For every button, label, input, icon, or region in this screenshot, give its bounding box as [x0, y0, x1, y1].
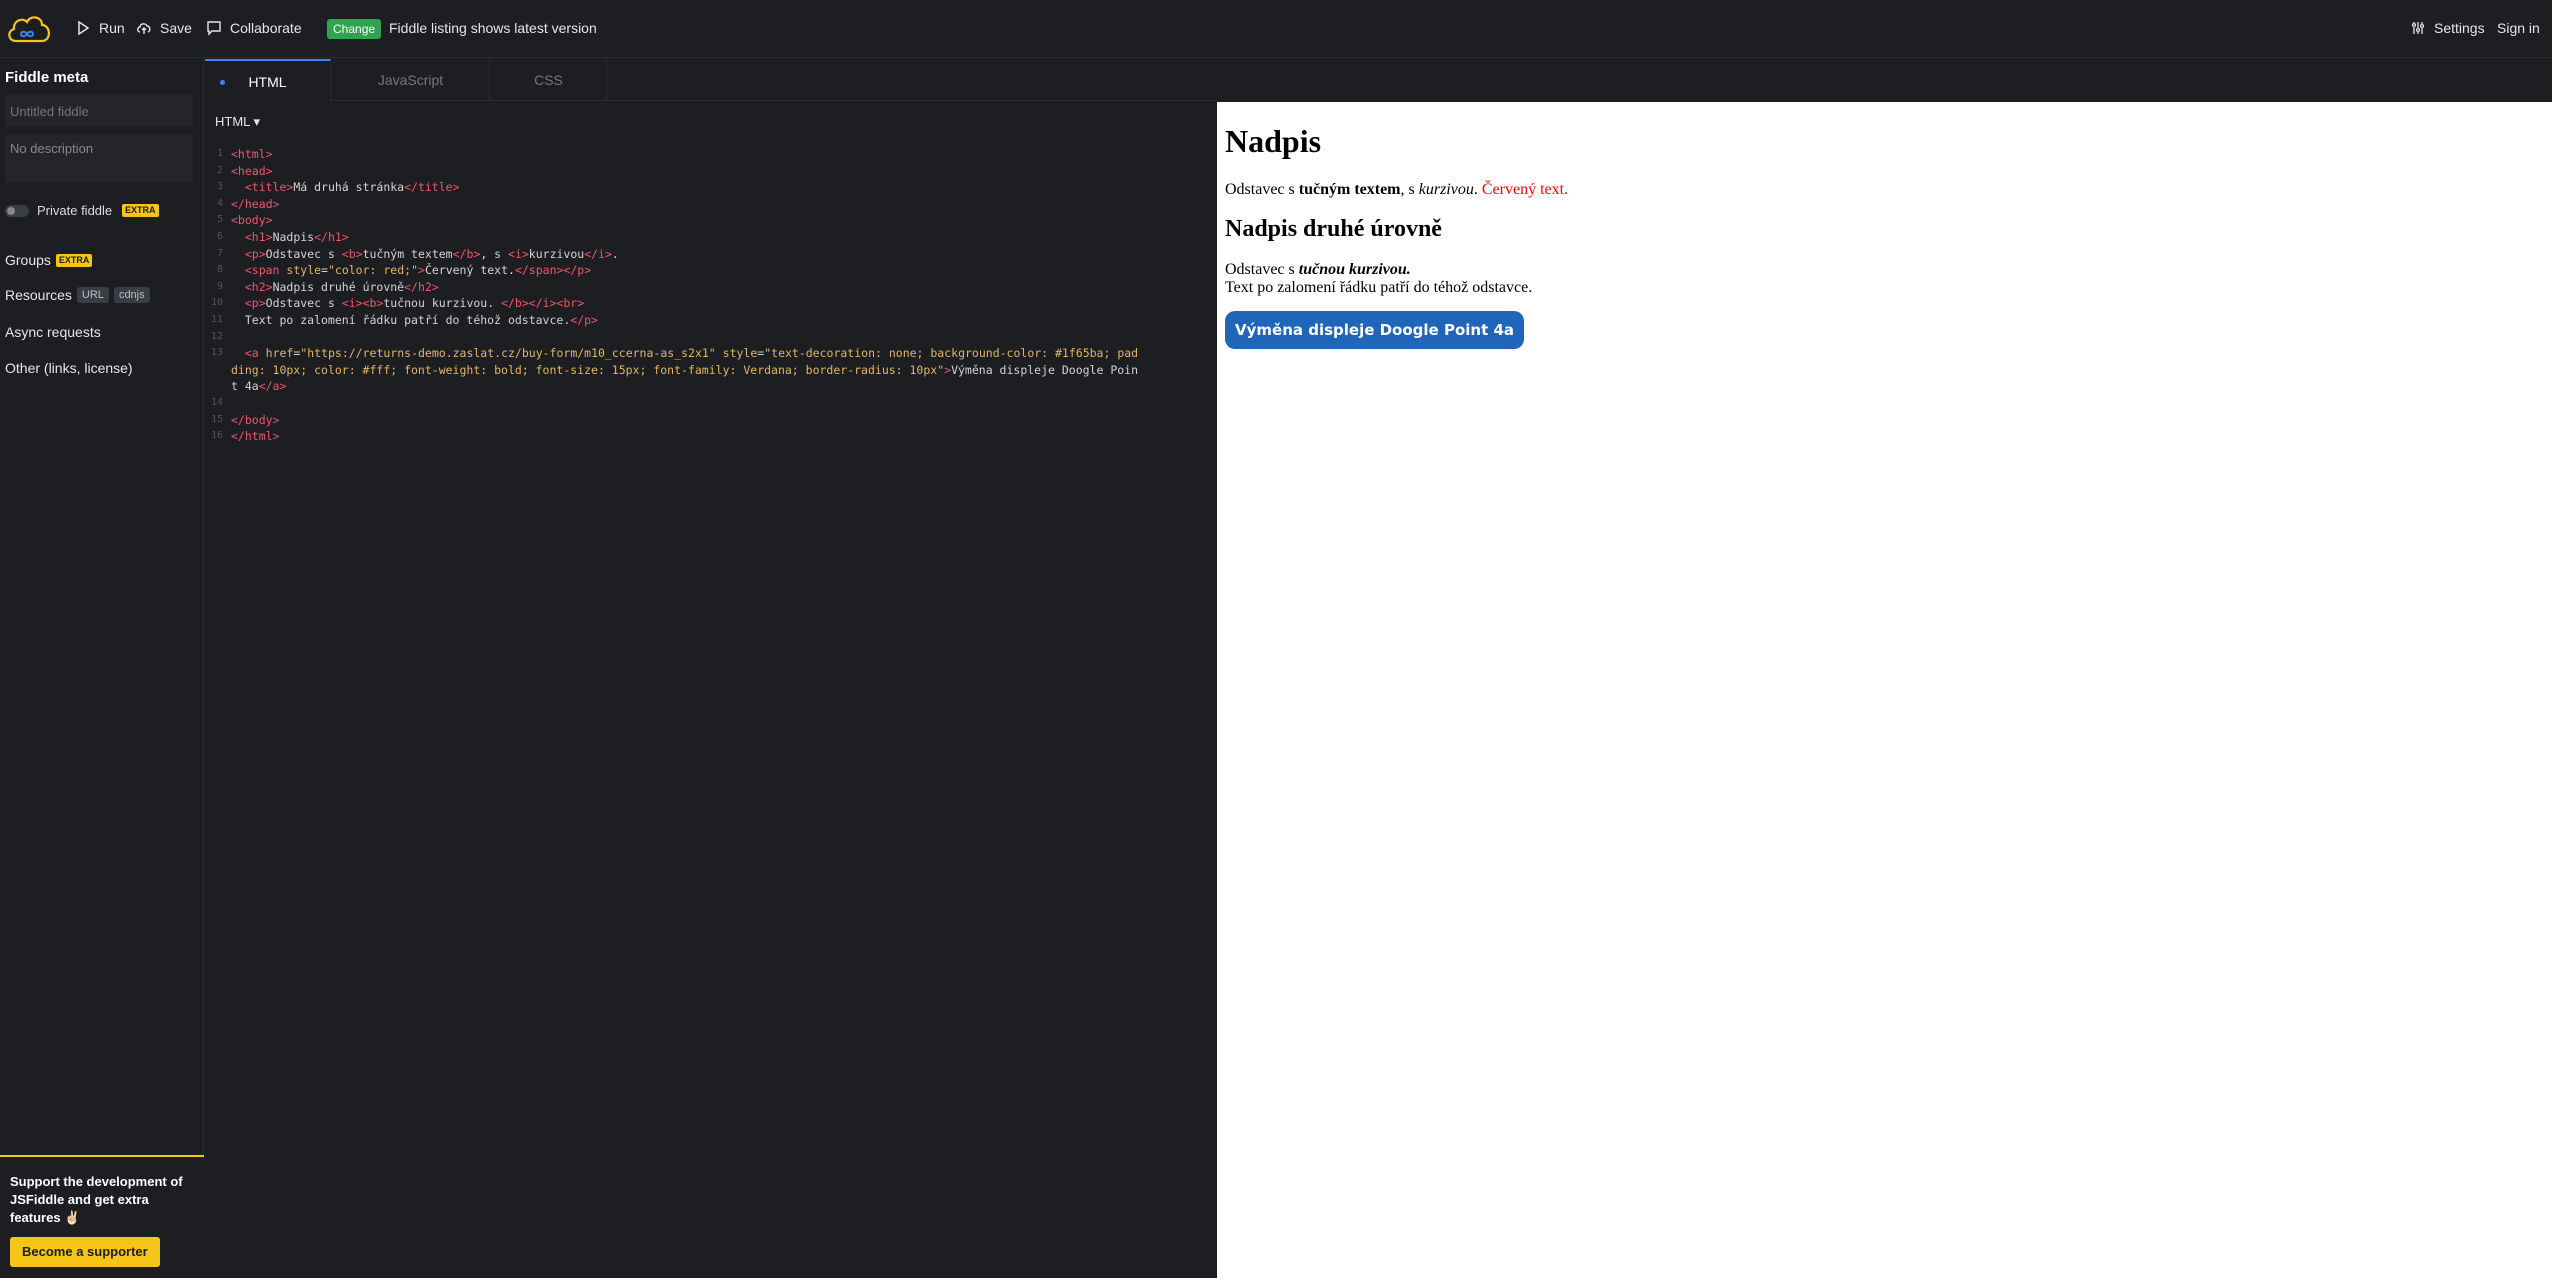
fiddle-title-input[interactable]: [5, 95, 193, 127]
sidebar-item-resources[interactable]: Resources URL cdnjs: [5, 287, 150, 303]
settings-button[interactable]: Settings: [2410, 20, 2485, 36]
play-icon: [78, 20, 90, 36]
code-line: 6 <h1>Nadpis</h1>: [216, 229, 349, 244]
code-line: 10 <p>Odstavec s <i><b>tučnou kurzivou. …: [210, 296, 585, 311]
resources-cdnjs-pill[interactable]: cdnjs: [113, 287, 150, 303]
preview-paragraph-1: Odstavec s tučným textem, s kurzivou. Če…: [1225, 181, 1569, 198]
language-select-label: HTML: [215, 114, 250, 129]
resources-url-pill[interactable]: URL: [76, 287, 109, 303]
run-button[interactable]: Run: [75, 20, 125, 36]
private-fiddle-label: Private fiddle: [37, 203, 113, 218]
modified-dot-icon: [220, 80, 225, 85]
code-line: 12: [210, 330, 223, 342]
save-button[interactable]: Save: [136, 20, 192, 36]
editor-tabs: HTML JavaScript CSS: [205, 59, 1217, 101]
language-select[interactable]: HTML ▾: [215, 114, 260, 130]
code-line: 11 Text po zalomení řádku patří do téhož…: [210, 312, 598, 327]
code-line: 16 </html>: [210, 429, 280, 444]
code-line: 14: [210, 396, 223, 408]
resources-label: Resources: [5, 287, 72, 303]
code-line: 7 <p>Odstavec s <b>tučným textem</b>, s …: [216, 246, 619, 261]
code-line: 13 <a href="https://returns-demo.zaslat.…: [210, 346, 1139, 361]
settings-label: Settings: [2434, 20, 2485, 36]
become-supporter-button[interactable]: Become a supporter: [10, 1237, 160, 1267]
code-area[interactable]: 1 <html> 2 <head> 3 <title>Má druhá stránk…: [205, 146, 1217, 445]
collaborate-button[interactable]: Collaborate: [206, 20, 302, 36]
private-fiddle-toggle[interactable]: [5, 205, 29, 217]
sidebar: Fiddle meta No description Private fiddl…: [0, 59, 204, 1278]
code-line: t 4a</a>: [231, 379, 287, 394]
tab-css[interactable]: CSS: [491, 59, 607, 101]
sidebar-item-groups[interactable]: Groups EXTRA: [5, 252, 93, 268]
collaborate-label: Collaborate: [230, 20, 302, 36]
preview-heading-2: Nadpis druhé úrovně: [1225, 216, 1442, 242]
change-badge[interactable]: Change: [327, 19, 382, 39]
fiddle-meta-title: Fiddle meta: [5, 69, 89, 86]
sidebar-item-other[interactable]: Other (links, license): [5, 360, 133, 376]
code-line: ding: 10px; color: #fff; font-weight: bo…: [231, 362, 1139, 377]
replace-display-link-button[interactable]: Výměna displeje Doogle Point 4a: [1225, 311, 1525, 349]
version-notice: Fiddle listing shows latest version: [389, 20, 597, 36]
preview-heading-1: Nadpis: [1225, 123, 1322, 159]
code-line: 2 <head>: [216, 163, 273, 178]
code-line: 3 <title>Má druhá stránka</title>: [216, 180, 460, 195]
extra-badge: EXTRA: [122, 204, 159, 217]
preview-paragraph-2: Odstavec s tučnou kurzivou. Text po zalo…: [1225, 261, 1533, 296]
support-text: Support the development of JSFiddle and …: [10, 1174, 183, 1225]
run-label: Run: [99, 20, 125, 36]
extra-badge: EXTRA: [55, 253, 93, 267]
code-line: 4 </head>: [216, 196, 280, 211]
result-preview: Nadpis Odstavec s tučným textem, s kurzi…: [1217, 102, 2552, 1278]
red-text: Červený text.: [1481, 181, 1569, 198]
fiddle-description-input[interactable]: No description: [5, 135, 193, 183]
html-code-editor[interactable]: HTML ▾ 1 <html> 2 <head> 3 <title>Má druhá…: [205, 102, 1217, 1278]
code-line: 9 <h2>Nadpis druhé úrovně</h2>: [216, 279, 439, 294]
support-panel: Support the development of JSFiddle and …: [0, 1155, 204, 1278]
sliders-icon: [2412, 22, 2424, 34]
tab-html[interactable]: HTML: [205, 59, 331, 101]
code-line: 5 <body>: [216, 213, 273, 228]
save-label: Save: [160, 20, 192, 36]
code-line: 15 </body>: [210, 412, 280, 427]
sidebar-item-async-requests[interactable]: Async requests: [5, 324, 101, 340]
code-line: 8 <span style="color: red;">Červený text…: [216, 263, 592, 278]
cloud-upload-icon: [137, 23, 151, 34]
jsfiddle-logo-icon[interactable]: [4, 9, 54, 51]
tab-html-label: HTML: [248, 74, 287, 90]
sign-in-button[interactable]: Sign in: [2497, 20, 2540, 36]
code-line: 1 <html>: [216, 147, 273, 161]
groups-label: Groups: [5, 252, 51, 268]
tab-javascript[interactable]: JavaScript: [332, 59, 490, 101]
top-bar: Run Save Collaborate Change Fiddle listi…: [0, 0, 2552, 58]
chat-bubble-icon: [207, 21, 221, 36]
